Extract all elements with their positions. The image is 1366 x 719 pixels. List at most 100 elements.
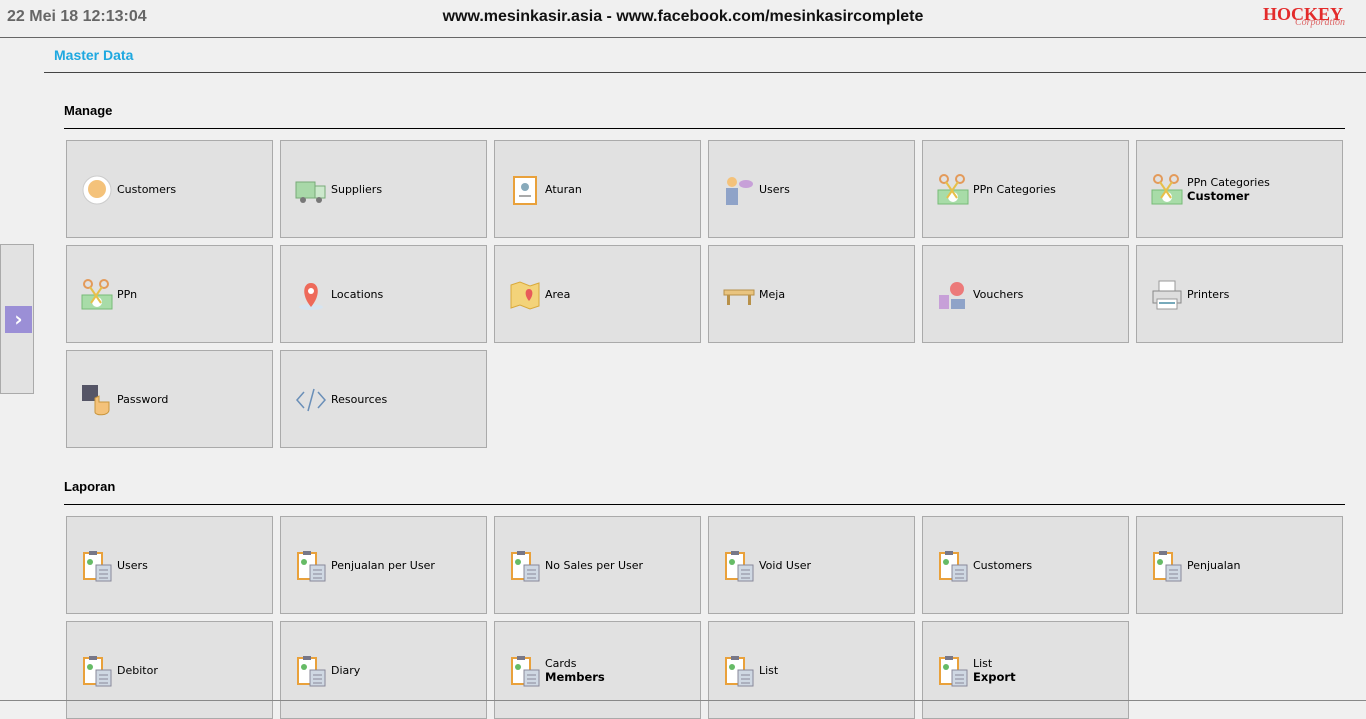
report-icon (725, 551, 754, 582)
tile-suppliers[interactable]: Suppliers (280, 140, 487, 238)
tile-title: Cards (545, 656, 577, 670)
section-title: Manage (64, 103, 113, 118)
tile-label: Aturan (545, 141, 582, 237)
tile-title: Penjualan per User (331, 558, 435, 572)
report-icon (297, 551, 326, 582)
report-icon (725, 656, 754, 687)
tile-subtitle: Members (545, 669, 605, 684)
tile-users[interactable]: Users (66, 516, 273, 614)
tile-title: Locations (331, 287, 384, 301)
tile-title: PPn Categories (973, 182, 1056, 196)
tile-label: Users (117, 517, 148, 613)
tile-password[interactable]: Password (66, 350, 273, 448)
tile-ppn[interactable]: PPn (66, 245, 273, 343)
tile-title: No Sales per User (545, 558, 644, 572)
tile-resources[interactable]: Resources (280, 350, 487, 448)
map-icon (510, 281, 540, 310)
tile-label: Password (117, 351, 168, 447)
tax-scissors-icon (81, 279, 113, 310)
report-icon (939, 551, 968, 582)
tile-title: Vouchers (973, 287, 1024, 301)
tile-cards-members[interactable]: Cards Members (494, 621, 701, 719)
tile-label: Locations (331, 246, 383, 342)
tile-title: Customers (117, 182, 177, 196)
report-icon (1153, 551, 1182, 582)
breadcrumb[interactable]: Master Data (54, 47, 133, 63)
tile-locations[interactable]: Locations (280, 245, 487, 343)
report-icon (83, 656, 112, 687)
tile-title: Resources (331, 392, 388, 406)
table-icon (723, 289, 755, 305)
code-icon (296, 388, 326, 412)
tile-ppn-categories-customer[interactable]: PPn Categories Customer (1136, 140, 1343, 238)
tile-subtitle: Export (973, 669, 1016, 684)
tile-label: Penjualan per User (331, 517, 435, 613)
tile-title: Void User (759, 558, 812, 572)
tile-customers[interactable]: Customers (922, 516, 1129, 614)
tile-void-user[interactable]: Void User (708, 516, 915, 614)
top-bar: 22 Mei 18 12:13:04 www.mesinkasir.asia -… (0, 0, 1366, 38)
map-pin-icon (299, 283, 323, 310)
section-divider (64, 504, 1345, 505)
tile-title: Users (759, 182, 790, 196)
tile-meja[interactable]: Meja (708, 245, 915, 343)
tile-vouchers[interactable]: Vouchers (922, 245, 1129, 343)
tile-label: Printers (1187, 246, 1229, 342)
tile-title: Area (545, 287, 571, 301)
tile-title: List (759, 663, 779, 677)
tax-scissors-icon (1151, 174, 1183, 205)
tax-scissors-icon (937, 174, 969, 205)
tile-no-sales-per-user[interactable]: No Sales per User (494, 516, 701, 614)
tile-diary[interactable]: Diary (280, 621, 487, 719)
tile-label: Resources (331, 351, 387, 447)
tile-label: PPn (117, 246, 137, 342)
side-panel: › (0, 244, 34, 394)
tile-customers[interactable]: Customers (66, 140, 273, 238)
tile-label: Void User (759, 517, 811, 613)
tile-list-export[interactable]: List Export (922, 621, 1129, 719)
tile-debitor[interactable]: Debitor (66, 621, 273, 719)
tile-label: Area (545, 246, 570, 342)
tile-title: Aturan (545, 182, 582, 196)
waiter-icon (726, 177, 753, 205)
tile-title: Penjualan (1187, 558, 1241, 572)
tile-penjualan-per-user[interactable]: Penjualan per User (280, 516, 487, 614)
divider (0, 700, 1366, 701)
tile-list[interactable]: List (708, 621, 915, 719)
customer-icon (82, 175, 112, 205)
tile-title: Customers (973, 558, 1033, 572)
section-divider (64, 128, 1345, 129)
tile-penjualan[interactable]: Penjualan (1136, 516, 1343, 614)
id-card-icon (513, 176, 537, 205)
divider (44, 72, 1366, 73)
keypad-icon (82, 385, 110, 416)
tile-label: No Sales per User (545, 517, 643, 613)
truck-icon (295, 181, 326, 203)
printer-icon (1152, 280, 1182, 310)
report-icon (939, 656, 968, 687)
tile-aturan[interactable]: Aturan (494, 140, 701, 238)
report-icon (83, 551, 112, 582)
tile-subtitle: Customer (1187, 188, 1250, 203)
tile-title: Diary (331, 663, 361, 677)
hockey-logo: HOCKEY Corporation (1263, 4, 1346, 28)
tile-users[interactable]: Users (708, 140, 915, 238)
report-icon (297, 656, 326, 687)
tile-area[interactable]: Area (494, 245, 701, 343)
tile-title: Meja (759, 287, 786, 301)
tile-label: PPn Categories (973, 141, 1056, 237)
tile-title: Suppliers (331, 182, 383, 196)
tile-title: List (973, 656, 993, 670)
tile-label: Suppliers (331, 141, 382, 237)
tile-ppn-categories[interactable]: PPn Categories (922, 140, 1129, 238)
voucher-icon (939, 282, 965, 309)
tile-label: Penjualan (1187, 517, 1241, 613)
tile-label: Customers (117, 141, 176, 237)
chevron-right-icon: › (14, 307, 23, 331)
tile-title: Printers (1187, 287, 1230, 301)
report-icon (511, 656, 540, 687)
tile-label: Customers (973, 517, 1032, 613)
tile-label: Meja (759, 246, 785, 342)
tile-printers[interactable]: Printers (1136, 245, 1343, 343)
expand-sidebar-button[interactable]: › (5, 306, 32, 333)
